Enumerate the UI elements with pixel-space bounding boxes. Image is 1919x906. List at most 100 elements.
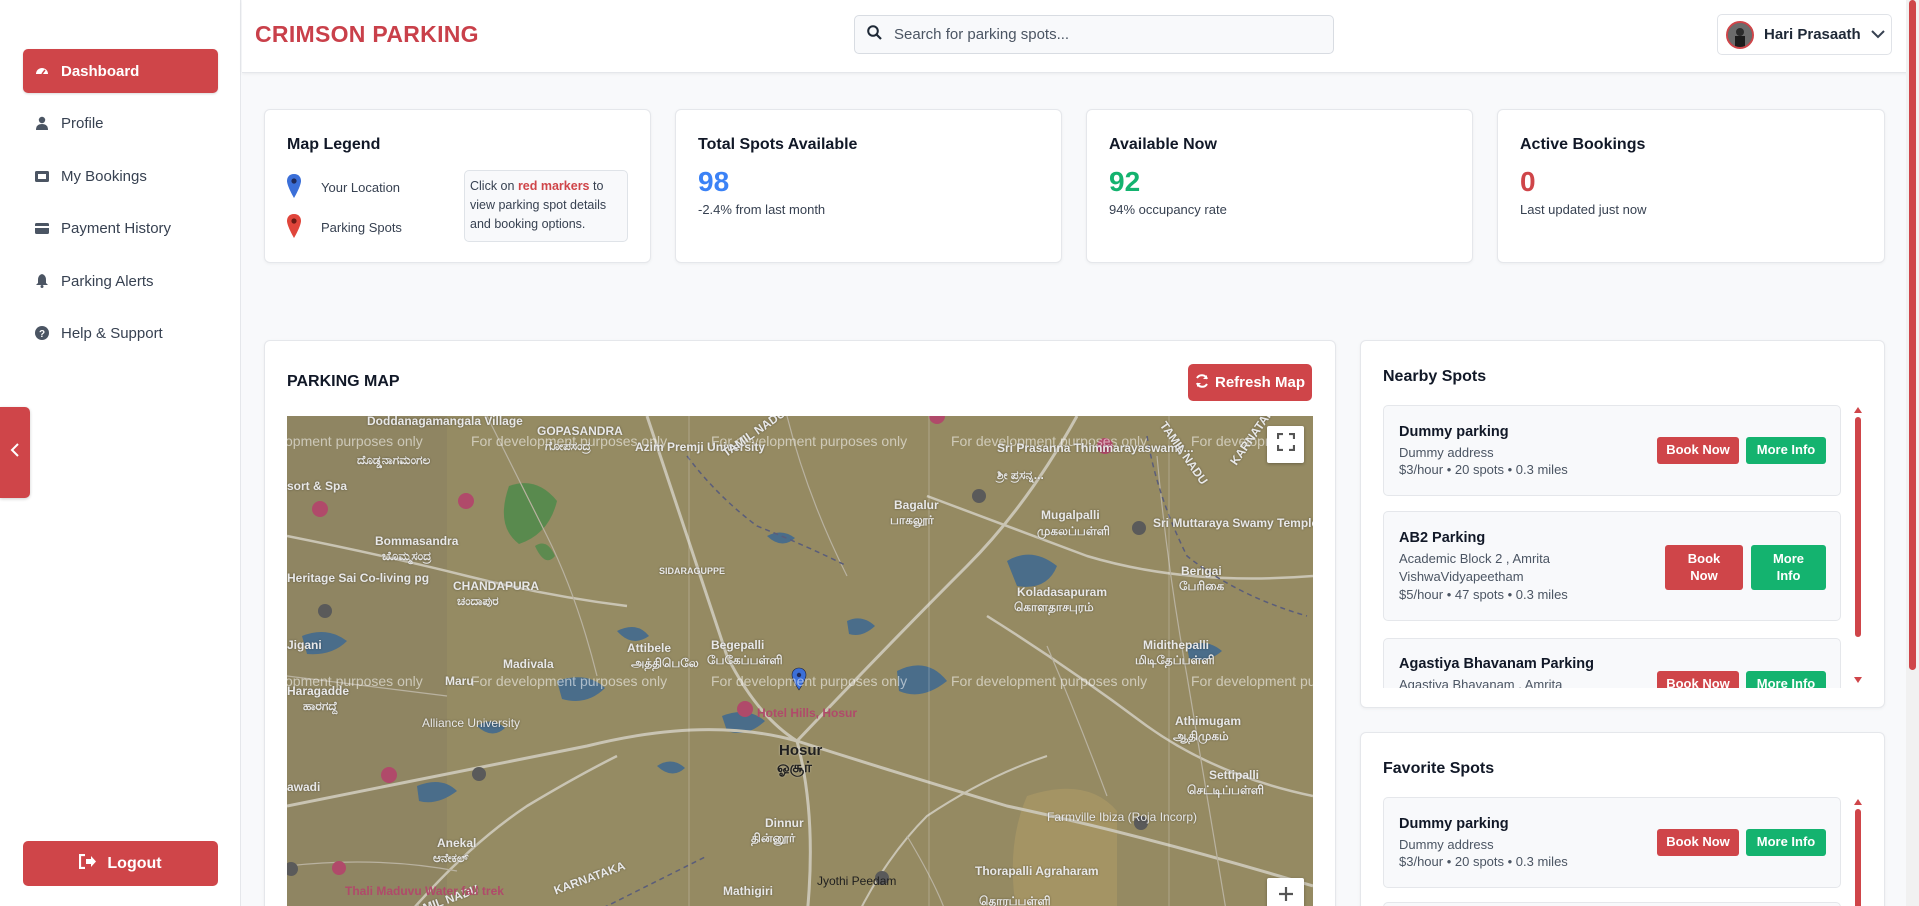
map-place-label: ஓசூர் — [777, 759, 812, 776]
map-place-label: SIDARAGUPPE — [659, 566, 726, 576]
map-place-label: ಹಾರಗದ್ದೆ — [303, 699, 338, 713]
book-now-button[interactable]: Book Now — [1657, 671, 1739, 688]
credit-card-icon — [35, 221, 49, 235]
sidebar-item-label: My Bookings — [61, 167, 147, 185]
book-now-button[interactable]: Book Now — [1665, 545, 1743, 590]
spot-name: Dummy parking — [1399, 424, 1509, 440]
stat-subtext: Last updated just now — [1520, 202, 1647, 217]
stat-subtext: 94% occupancy rate — [1109, 202, 1227, 217]
more-info-button[interactable]: More Info — [1751, 545, 1826, 590]
spot-meta: $5/hour • 47 spots • 0.3 miles — [1399, 587, 1568, 602]
map-place-label: GOPASANDRA — [537, 424, 623, 438]
fullscreen-button[interactable] — [1267, 426, 1304, 463]
spot-name: Dummy parking — [1399, 816, 1509, 832]
sidebar-item-label: Parking Alerts — [61, 272, 154, 290]
map-place-label: Midithepalli — [1143, 638, 1209, 652]
map-place-label: CHANDAPURA — [453, 579, 539, 593]
map-place-label: தின்னூர் — [751, 831, 796, 845]
ticket-icon — [35, 169, 49, 183]
map-place-label: Begepalli — [711, 638, 765, 652]
search-input[interactable] — [894, 26, 1314, 43]
refresh-icon — [1195, 373, 1209, 392]
logout-button[interactable]: Logout — [23, 841, 218, 886]
sidebar-item-payment-history[interactable]: Payment History — [23, 206, 218, 250]
refresh-map-button[interactable]: Refresh Map — [1188, 364, 1312, 401]
spot-meta: $3/hour • 20 spots • 0.3 miles — [1399, 462, 1568, 477]
more-info-button[interactable]: More Info — [1746, 829, 1826, 856]
question-circle-icon: ? — [35, 326, 49, 340]
map-place-label: Settipalli — [1209, 768, 1260, 782]
sidebar-item-label: Help & Support — [61, 324, 163, 342]
book-now-button[interactable]: Book Now — [1657, 829, 1739, 856]
legend-note-text: Click on — [470, 179, 518, 193]
dashboard-icon — [35, 64, 49, 78]
map-watermark: opment purposes only — [287, 433, 423, 449]
map-place-label: Anekal — [437, 836, 477, 850]
sidebar-item-label: Payment History — [61, 219, 172, 237]
map-place-label: Thali Maduvu Water fall trek — [345, 884, 504, 898]
scroll-up-icon[interactable] — [1854, 407, 1862, 413]
map-place-label: செட்டிப்பள்ளி — [1187, 783, 1265, 797]
sidebar-item-dashboard[interactable]: Dashboard — [23, 49, 218, 93]
sidebar-item-help-support[interactable]: ? Help & Support — [23, 311, 218, 355]
map-place-label: Mugalpalli — [1041, 508, 1100, 522]
spot-address: Dummy address — [1399, 445, 1494, 460]
map-watermark: For development purposes only — [951, 673, 1148, 689]
nearby-spot-item: Agastiya Bhavanam Parking Agastiya Bhava… — [1383, 638, 1841, 688]
map-place-label: தொரப்பள்ளி — [979, 894, 1051, 906]
red-pin-icon — [287, 214, 301, 241]
legend-label: Your Location — [321, 180, 401, 195]
page-scrollbar[interactable] — [1906, 0, 1919, 906]
map-place-label: Attibele — [627, 641, 672, 655]
map-legend-card: Map Legend Your Location Parking Spots C… — [264, 109, 651, 263]
map-place-label: Madivala — [503, 657, 554, 671]
more-info-button[interactable]: More Info — [1746, 437, 1826, 464]
favorite-spot-item — [1383, 902, 1841, 906]
scroll-thumb[interactable] — [1855, 417, 1861, 637]
map-place-label: Doddanagamangala Village — [367, 416, 523, 428]
user-name: Hari Prasaath — [1764, 26, 1861, 43]
scroll-up-icon[interactable] — [1854, 799, 1862, 805]
page-scroll-thumb[interactable] — [1909, 0, 1916, 670]
top-header: CRIMSON PARKING Hari Prasaath — [242, 0, 1919, 73]
search-box[interactable] — [854, 15, 1334, 54]
user-menu[interactable]: Hari Prasaath — [1717, 14, 1892, 55]
map-place-label: Dinnur — [765, 816, 804, 830]
more-info-button[interactable]: More Info — [1746, 671, 1826, 688]
map-place-label: மிடிதேப்பள்ளி — [1135, 653, 1215, 667]
sidebar-toggle-button[interactable] — [0, 407, 30, 498]
map-place-label: ಶ್ರೀ ಪ್ರಸನ್ನ... — [997, 468, 1044, 482]
favorites-scrollbar[interactable] — [1854, 799, 1862, 906]
refresh-label: Refresh Map — [1214, 374, 1306, 391]
nearby-scrollbar[interactable] — [1854, 407, 1862, 687]
sign-out-icon — [79, 853, 97, 874]
sidebar-item-parking-alerts[interactable]: Parking Alerts — [23, 259, 218, 303]
nearby-title: Nearby Spots — [1383, 368, 1487, 385]
scroll-thumb[interactable] — [1855, 809, 1861, 906]
sidebar-item-label: Dashboard — [61, 62, 140, 80]
map-place-label: ದೊಡ್ಡನಾಗಮಂಗಲ — [357, 453, 431, 467]
book-now-button[interactable]: Book Now — [1657, 437, 1739, 464]
map-watermark: For developm — [1191, 433, 1277, 449]
map-canvas[interactable]: opment purposes only For development pur… — [287, 416, 1313, 906]
parking-map-panel: PARKING MAP Refresh Map opment purposes … — [264, 340, 1336, 906]
sidebar: Dashboard Profile My Bookings Payment Hi… — [0, 0, 241, 906]
legend-your-location: Your Location — [287, 174, 400, 201]
nearby-spots-card: Nearby Spots Dummy parking Dummy address… — [1360, 340, 1885, 708]
map-place-label: Mathigiri — [723, 884, 773, 898]
stat-card-active-bookings: Active Bookings 0 Last updated just now — [1497, 109, 1885, 263]
nearby-spot-item: AB2 Parking Academic Block 2 , Amrita Vi… — [1383, 511, 1841, 621]
map-place-label: Alliance University — [422, 716, 521, 730]
scroll-down-icon[interactable] — [1854, 677, 1862, 683]
stat-title: Available Now — [1109, 136, 1217, 153]
zoom-in-button[interactable] — [1267, 878, 1304, 906]
sidebar-item-profile[interactable]: Profile — [23, 101, 218, 145]
user-icon — [35, 116, 49, 130]
map-place-label: ಬೊಮ್ಮಸಂದ್ರ — [382, 549, 432, 563]
spot-meta: $3/hour • 20 spots • 0.3 miles — [1399, 854, 1568, 869]
chevron-down-icon — [1871, 26, 1885, 44]
sidebar-item-my-bookings[interactable]: My Bookings — [23, 154, 218, 198]
map-place-label: Farmville Ibiza (Roja Incorp) — [1047, 810, 1198, 824]
bell-icon — [35, 274, 49, 288]
map-place-label: பேகேப்பள்ளி — [707, 653, 783, 667]
